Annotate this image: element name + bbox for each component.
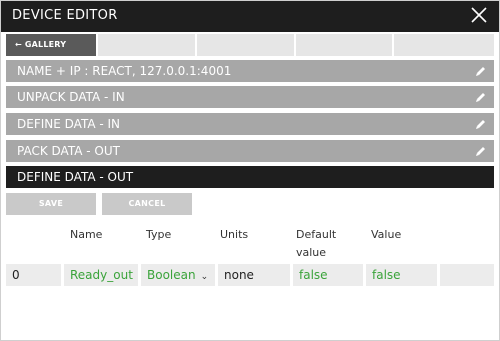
chevron-down-icon[interactable]: ⌄ xyxy=(201,272,209,282)
nav-empty-cell xyxy=(296,34,392,56)
title-bar: DEVICE EDITOR xyxy=(1,1,499,32)
default-value-field[interactable]: false xyxy=(293,264,363,286)
column-header-name: Name xyxy=(70,228,103,241)
section-name-ip[interactable]: NAME + IP : REACT, 127.0.0.1:4001 xyxy=(6,60,494,82)
pencil-icon[interactable] xyxy=(475,145,487,157)
section-define-data-out[interactable]: DEFINE DATA - OUT xyxy=(6,166,494,188)
nav-empty-cell xyxy=(98,34,195,56)
pencil-icon[interactable] xyxy=(475,118,487,130)
section-label: NAME + IP : REACT, 127.0.0.1:4001 xyxy=(17,64,232,78)
nav-empty-cell xyxy=(197,34,294,56)
empty-cell xyxy=(440,264,494,286)
navigation-bar: ← GALLERY xyxy=(1,32,499,58)
value-field[interactable]: false xyxy=(366,264,437,286)
close-icon[interactable] xyxy=(469,5,489,25)
section-label: PACK DATA - OUT xyxy=(17,144,120,158)
column-header-units: Units xyxy=(220,228,249,241)
row-index: 0 xyxy=(6,264,61,286)
device-editor-window: DEVICE EDITOR ← GALLERY NAME + IP : REAC… xyxy=(0,0,500,341)
nav-empty-cell xyxy=(394,34,494,56)
section-label: DEFINE DATA - OUT xyxy=(17,170,134,184)
section-pack-data-out[interactable]: PACK DATA - OUT xyxy=(6,140,494,162)
section-unpack-data-in[interactable]: UNPACK DATA - IN xyxy=(6,86,494,108)
column-header-type: Type xyxy=(146,228,172,241)
column-header-default-line1: Default xyxy=(296,228,337,241)
section-label: UNPACK DATA - IN xyxy=(17,90,125,104)
window-title: DEVICE EDITOR xyxy=(12,8,118,23)
section-define-data-in[interactable]: DEFINE DATA - IN xyxy=(6,113,494,135)
action-bar: SAVE CANCEL xyxy=(6,193,494,217)
section-label: DEFINE DATA - IN xyxy=(17,117,121,131)
pencil-icon[interactable] xyxy=(475,91,487,103)
pencil-icon[interactable] xyxy=(475,65,487,77)
cancel-button[interactable]: CANCEL xyxy=(102,193,192,215)
type-select[interactable]: Boolean ⌄ xyxy=(141,264,215,286)
column-header-default-line2: value xyxy=(296,246,327,259)
save-button[interactable]: SAVE xyxy=(6,193,96,215)
type-select-value: Boolean xyxy=(147,268,196,282)
name-field[interactable]: Ready_out xyxy=(64,264,138,286)
gallery-button[interactable]: ← GALLERY xyxy=(6,34,96,56)
units-field[interactable]: none xyxy=(218,264,290,286)
column-header-value: Value xyxy=(371,228,402,241)
